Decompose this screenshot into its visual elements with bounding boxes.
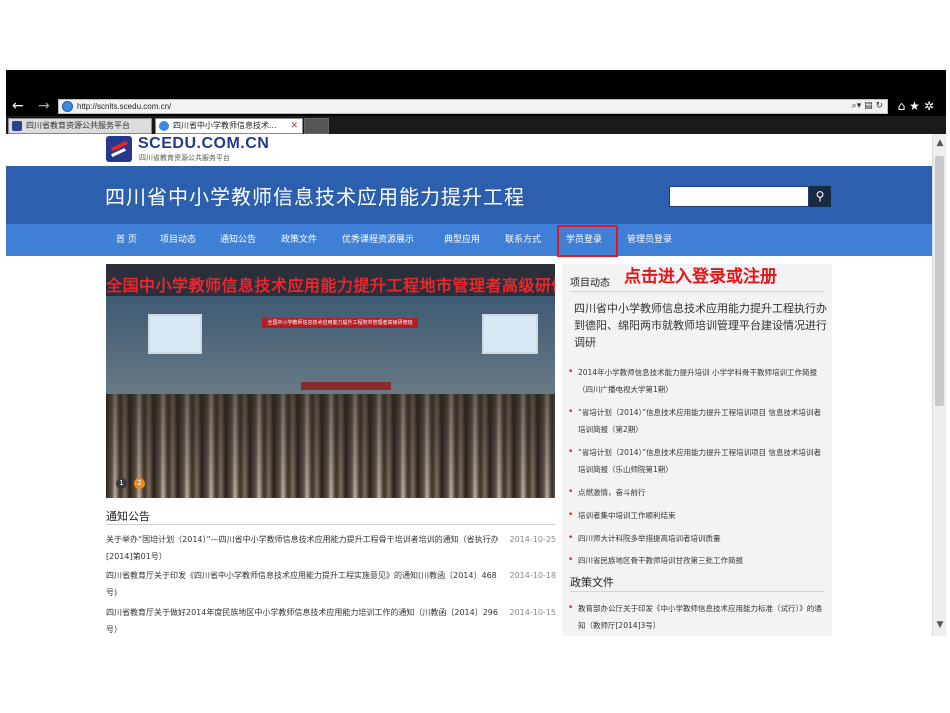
news-item[interactable]: 四川师大计科院多举措提高培训者培训质量 (565, 530, 827, 547)
projector-screen (148, 314, 202, 354)
new-tab-button[interactable] (304, 118, 329, 134)
notice-date: 2014-10-15 (509, 608, 557, 617)
featured-news-link[interactable]: 四川省中小学教师信息技术应用能力提升工程执行办到德阳、绵阳两市就教师培训管理平台… (574, 300, 829, 351)
divider (570, 291, 824, 292)
tab-bar: 四川省教育资源公共服务平台 四川省中小学教师信息技术... ✕ (6, 116, 946, 134)
policy-item[interactable]: 教育部办公厅关于印发《中小学教师信息技术应用能力标准（试行）》的通知（教师厅[2… (565, 600, 827, 634)
stage-banner: 全国中小学教师信息技术应用能力提升工程地市管理者高级研修班 (262, 318, 418, 328)
site-banner: 四川省中小学教师信息技术应用能力提升工程 ⚲ (6, 166, 932, 224)
home-star-gear-icon[interactable]: ⌂★✲ (898, 96, 938, 116)
search-input[interactable] (669, 186, 809, 207)
page-viewport: SCEDU.COM.CN 四川省教育资源公共服务平台 四川省中小学教师信息技术应… (6, 134, 932, 636)
ie-favicon-icon (159, 121, 169, 131)
tab-teacher-it[interactable]: 四川省中小学教师信息技术... ✕ (155, 118, 303, 134)
scrollbar-thumb[interactable] (935, 156, 944, 406)
ie-page-icon (62, 101, 73, 112)
notice-date: 2014-10-18 (509, 571, 557, 580)
slide-dot-active[interactable]: 2 (134, 478, 145, 489)
news-item[interactable]: “省培计划（2014）”信息技术应用能力提升工程培训项目 信息技术培训者培训简报… (565, 404, 827, 438)
news-item[interactable]: 2014年小学教师信息技术能力提升培训 小学学科骨干教师培训工作简报（四川广播电… (565, 364, 827, 398)
policy-heading: 政策文件 (570, 576, 614, 589)
logo-icon[interactable] (106, 136, 132, 162)
banner-title: 四川省中小学教师信息技术应用能力提升工程 (105, 185, 525, 209)
scroll-up-icon[interactable]: ▲ (933, 138, 946, 148)
projector-screen (482, 314, 538, 354)
news-item[interactable]: 四川省民族地区骨干教师培训甘孜第三批工作简报 (565, 552, 827, 569)
scroll-down-icon[interactable]: ▼ (933, 620, 946, 630)
news-item[interactable]: “省培计划（2014）”信息技术应用能力提升工程培训项目 信息技术培训者培训简报… (565, 444, 827, 478)
stage-table (301, 382, 391, 390)
nav-policy[interactable]: 政策文件 (281, 224, 317, 256)
back-arrow-icon[interactable]: ← (12, 96, 24, 116)
login-highlight-box (557, 225, 618, 257)
photo-slider[interactable]: 全国中小学教师信息技术应用能力提升工程地市管理者高级研修班 全国中小学教师信息技… (106, 264, 555, 498)
url-text: http://scnlts.scedu.com.cn/ (77, 102, 172, 111)
address-bar: ← → http://scnlts.scedu.com.cn/ ⌕▾ ▤ ↻ ⌂… (6, 96, 946, 116)
news-item[interactable]: 点燃激情，奋斗前行 (565, 484, 827, 501)
notices-heading: 通知公告 (106, 510, 150, 523)
nav-project-news[interactable]: 项目动态 (160, 224, 196, 256)
nav-contact[interactable]: 联系方式 (505, 224, 541, 256)
notice-item[interactable]: 四川省教育厅关于做好2014年度民族地区中小学教师信息技术应用能力培训工作的通知… (106, 604, 506, 636)
url-field[interactable]: http://scnlts.scedu.com.cn/ ⌕▾ ▤ ↻ (58, 99, 888, 114)
nav-courses[interactable]: 优秀课程资源展示 (342, 224, 414, 256)
browser-top-band (6, 70, 946, 96)
logo-subtitle: 四川省教育资源公共服务平台 (139, 154, 230, 162)
slide-title: 全国中小学教师信息技术应用能力提升工程地市管理者高级研修班 (106, 276, 555, 295)
project-news-heading: 项目动态 (570, 278, 610, 289)
main-nav: 首 页 项目动态 通知公告 政策文件 优秀课程资源展示 典型应用 联系方式 学员… (6, 224, 932, 257)
divider (106, 524, 555, 525)
site-header: SCEDU.COM.CN 四川省教育资源公共服务平台 (6, 134, 932, 166)
site-favicon-icon (12, 121, 22, 131)
search-icon[interactable]: ⚲ (809, 186, 831, 207)
search-refresh-icon[interactable]: ⌕▾ ▤ ↻ (852, 100, 883, 113)
login-callout-annotation: 点击进入登录或注册 (624, 267, 777, 287)
logo-text[interactable]: SCEDU.COM.CN (138, 135, 269, 153)
divider (570, 591, 824, 592)
notice-date: 2014-10-25 (509, 535, 557, 544)
notice-item[interactable]: 四川省教育厅关于印发《四川省中小学教师信息技术应用能力提升工程实施意见》的通知(… (106, 567, 506, 601)
scrollbar[interactable]: ▲ ▼ (932, 134, 946, 636)
close-tab-icon[interactable]: ✕ (290, 119, 298, 133)
tab-resource-platform[interactable]: 四川省教育资源公共服务平台 (8, 118, 152, 134)
browser-window: ← → http://scnlts.scedu.com.cn/ ⌕▾ ▤ ↻ ⌂… (6, 70, 946, 636)
nav-notices[interactable]: 通知公告 (220, 224, 256, 256)
notice-item[interactable]: 关于举办“国培计划（2014）”—四川省中小学教师信息技术应用能力提升工程骨干培… (106, 531, 506, 565)
tab-label: 四川省中小学教师信息技术... (173, 121, 277, 130)
nav-admin-login[interactable]: 管理员登录 (627, 224, 672, 256)
audience-shade (106, 394, 555, 498)
slide-dot[interactable]: 1 (116, 478, 127, 489)
nav-home[interactable]: 首 页 (116, 224, 137, 256)
forward-arrow-icon[interactable]: → (38, 96, 50, 116)
nav-typical-apps[interactable]: 典型应用 (444, 224, 480, 256)
right-column: 项目动态 四川省中小学教师信息技术应用能力提升工程执行办到德阳、绵阳两市就教师培… (562, 264, 832, 636)
news-item[interactable]: 培训者集中培训工作顺利结束 (565, 507, 827, 524)
tab-label: 四川省教育资源公共服务平台 (26, 121, 130, 130)
